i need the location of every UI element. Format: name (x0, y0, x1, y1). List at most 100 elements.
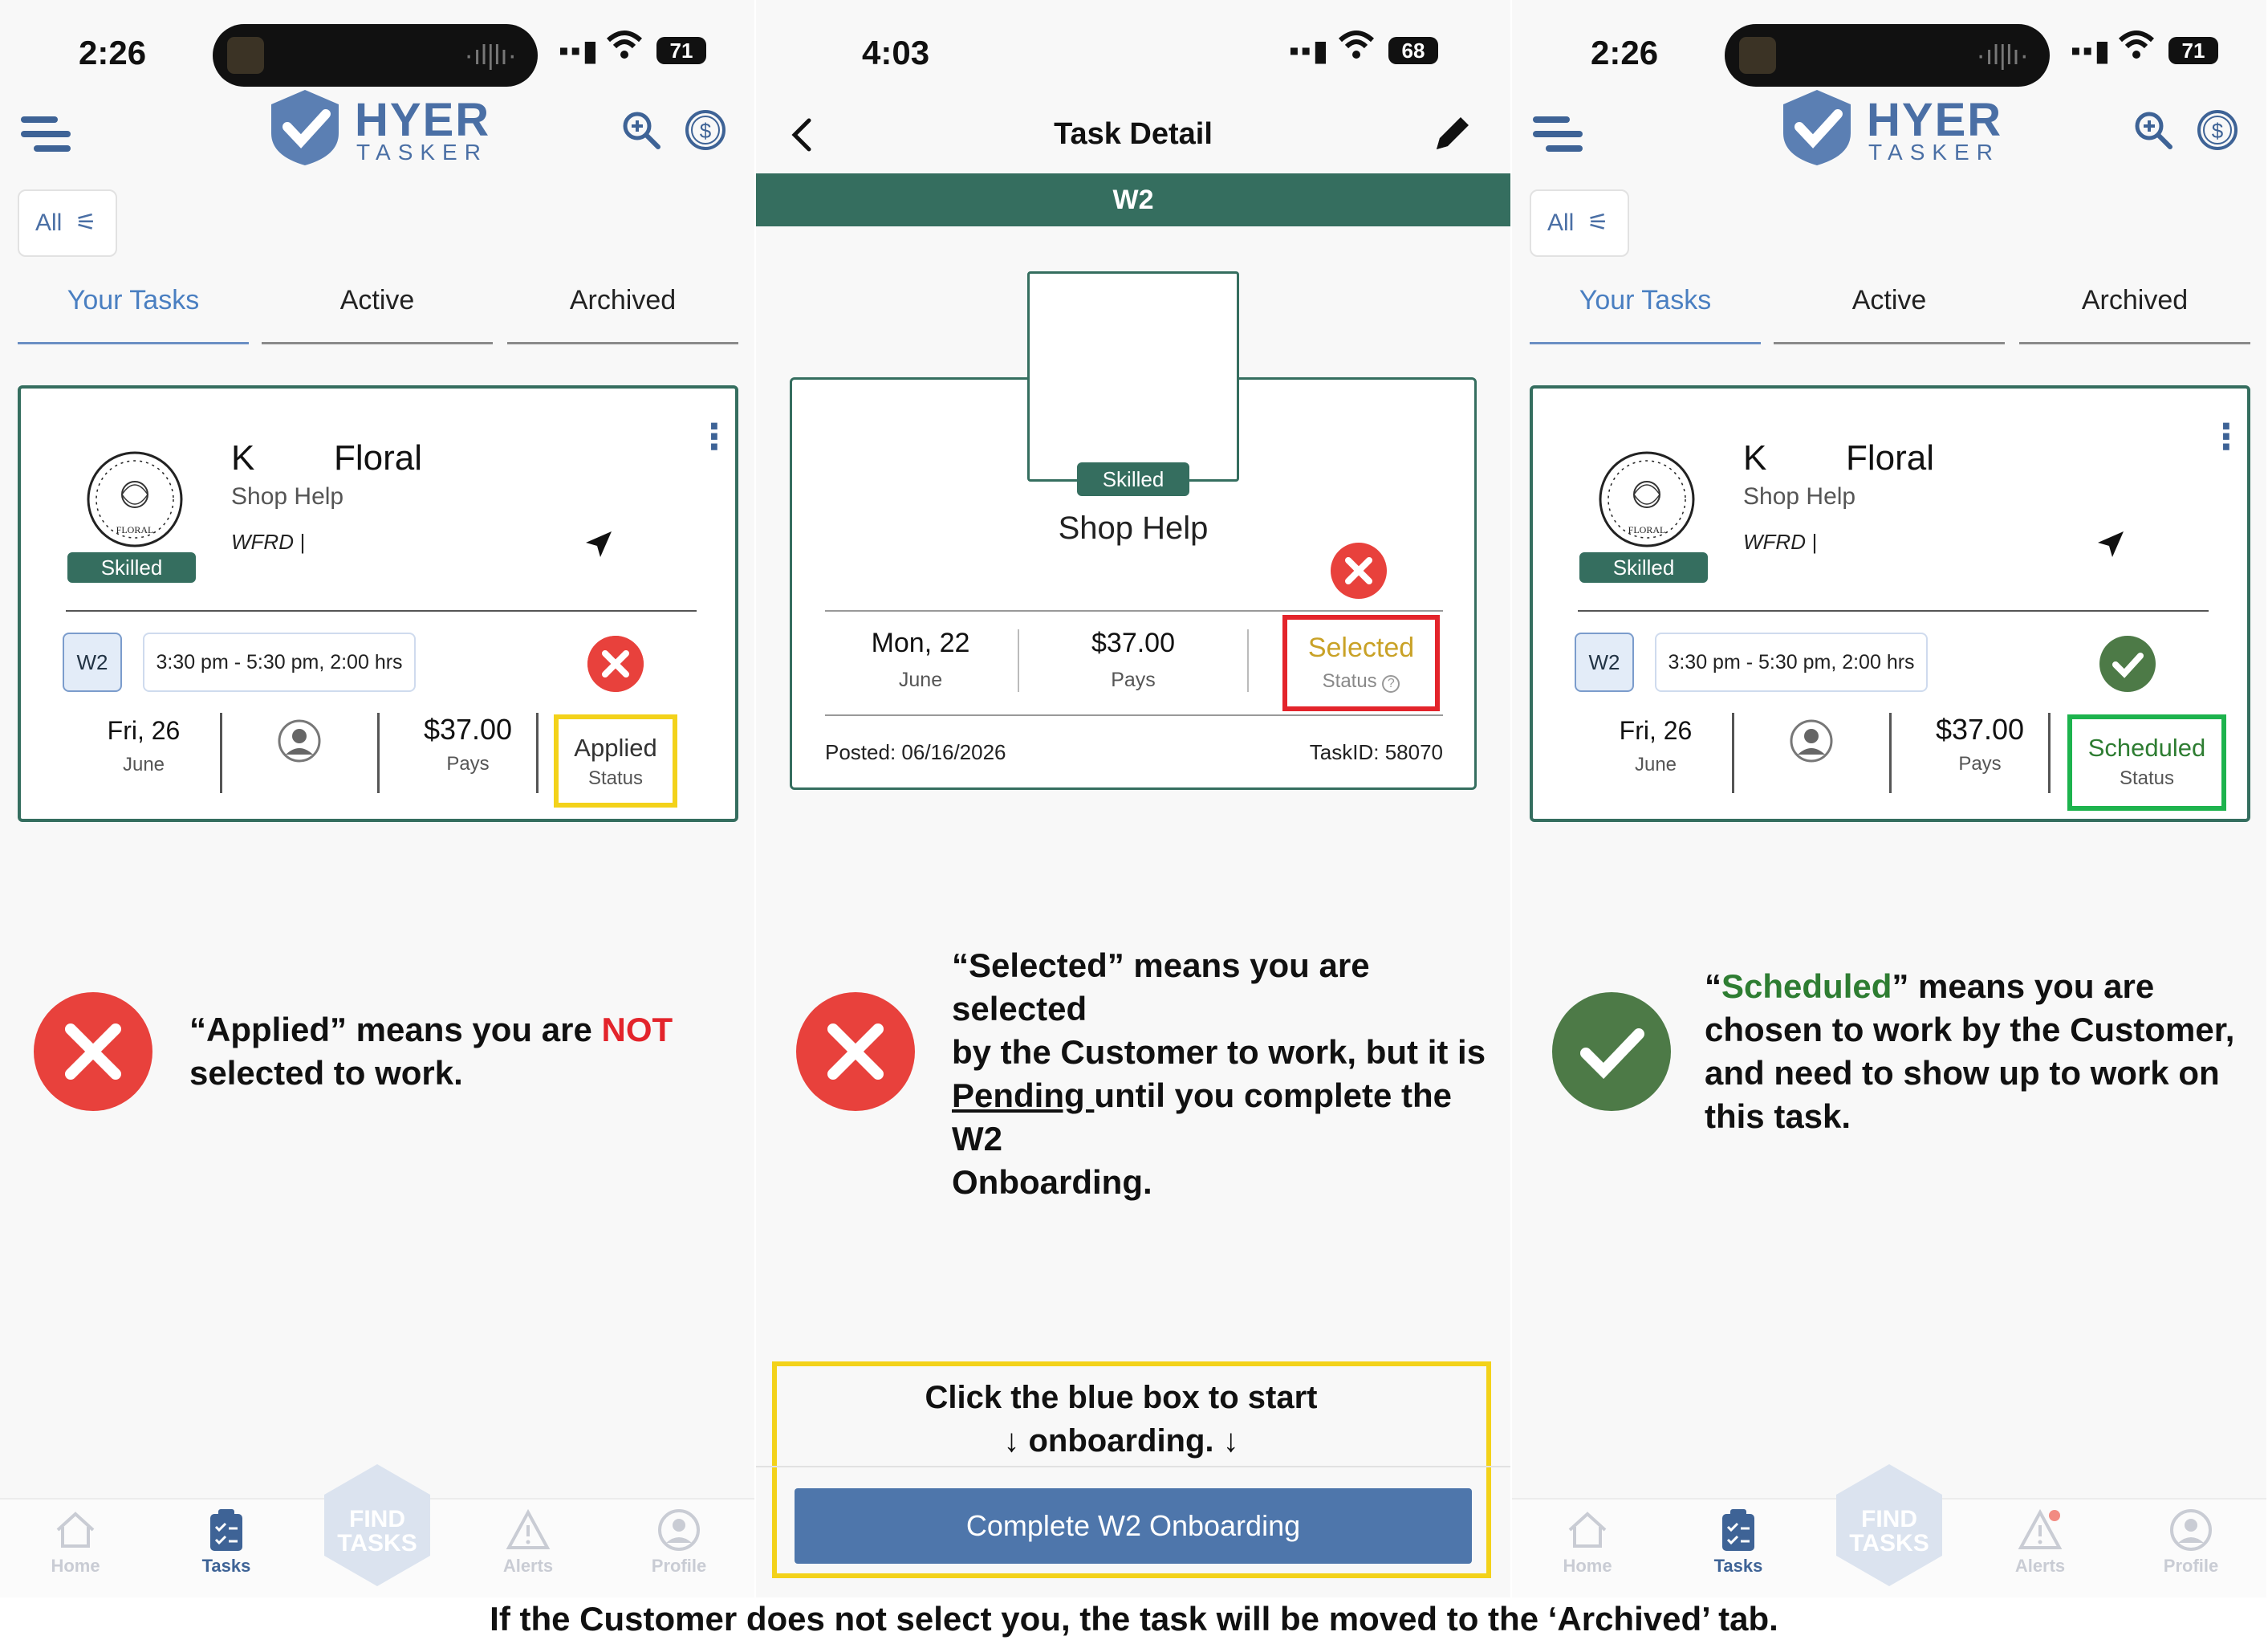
wifi-icon (1338, 31, 1375, 67)
nav-home-label: Home (51, 1556, 100, 1576)
cell-divider (1247, 629, 1249, 692)
applied-explanation: “Applied” means you are NOT selected to … (189, 1008, 751, 1095)
svg-text:$: $ (700, 119, 712, 143)
search-zoom-icon[interactable] (620, 108, 663, 152)
explain-line4: Onboarding. (952, 1163, 1152, 1201)
nav-profile-label: Profile (651, 1556, 707, 1576)
explain-line3: Pending until you complete the W2 (952, 1074, 1506, 1161)
explain-scheduled: Scheduled (1721, 967, 1892, 1005)
filter-button[interactable]: All ⚟ (1530, 189, 1629, 257)
status-sub: Status (2119, 767, 2175, 789)
explain-line2: chosen to work by the Customer, (1705, 1011, 2235, 1048)
time-range: 3:30 pm - 5:30 pm, 2:00 hrs (143, 633, 416, 692)
nav-alerts[interactable]: Alerts (1992, 1508, 2088, 1577)
menu-icon[interactable] (1533, 116, 1583, 153)
nav-alerts-label: Alerts (2014, 1556, 2066, 1576)
cancel-x-icon[interactable] (587, 636, 644, 692)
edit-pencil-icon[interactable] (1430, 112, 1473, 156)
task-card[interactable]: FLORAL Skilled K Floral Shop Help WFRD |… (1530, 385, 2250, 822)
home-icon (56, 1512, 95, 1548)
nav-tasks[interactable]: Tasks (178, 1508, 274, 1577)
status-sub-row: Status ? (1287, 670, 1435, 693)
explain-line1: “Scheduled” means you are (1705, 965, 2258, 1008)
explain-line3: and need to show up to work on (1705, 1054, 2220, 1092)
dollar-icon[interactable]: $ (684, 108, 727, 152)
battery-indicator: 71 (2168, 37, 2218, 64)
task-card[interactable]: FLORAL Skilled K Floral Shop Help WFRD |… (18, 385, 738, 822)
profile-icon (2170, 1509, 2212, 1551)
help-circle-icon[interactable]: ? (1382, 675, 1400, 693)
nav-alerts[interactable]: Alerts (480, 1508, 576, 1577)
cell-divider (1732, 713, 1734, 793)
nav-home[interactable]: Home (1539, 1508, 1636, 1577)
nav-tasks-label: Tasks (1713, 1556, 1763, 1576)
user-avatar-icon (278, 719, 321, 763)
user-avatar-icon (1790, 719, 1833, 763)
complete-onboarding-button[interactable]: Complete W2 Onboarding (795, 1488, 1472, 1564)
click-line2: ↓ onboarding. ↓ (1003, 1423, 1239, 1459)
signal-icon: ▪▪▮ (1289, 34, 1331, 67)
dollar-icon[interactable]: $ (2196, 108, 2239, 152)
shield-check-icon (1783, 90, 1851, 165)
cell-divider (2048, 713, 2051, 793)
explain-line4: this task. (1705, 1097, 1851, 1135)
status-time: 2:26 (79, 34, 147, 71)
filter-button[interactable]: All ⚟ (18, 189, 117, 257)
nav-home[interactable]: Home (27, 1508, 124, 1577)
skilled-tag: Skilled (1579, 552, 1708, 583)
nav-profile[interactable]: Profile (631, 1508, 727, 1577)
cell-divider (220, 713, 222, 793)
tab-your-tasks[interactable]: Your Tasks (1530, 285, 1761, 344)
date-sub: June (898, 669, 943, 691)
menu-icon[interactable] (21, 116, 71, 153)
cell-divider (1018, 629, 1019, 692)
find-label: FIND (1861, 1506, 1917, 1532)
tab-active[interactable]: Active (1774, 285, 2005, 344)
status-main: Selected (1307, 633, 1415, 663)
nav-alerts-label: Alerts (502, 1556, 554, 1576)
home-icon (1568, 1512, 1607, 1548)
click-line1: Click the blue box to start (925, 1380, 1318, 1415)
task-location: WFRD | (231, 530, 305, 554)
date-main: Fri, 26 (1619, 716, 1693, 745)
svg-text:FLORAL: FLORAL (116, 524, 154, 535)
company-name-first: K (1743, 438, 1767, 478)
tab-active[interactable]: Active (262, 285, 493, 344)
find-label: FIND (349, 1506, 405, 1532)
button-separator (756, 1466, 1510, 1467)
wifi-icon (606, 31, 643, 67)
nav-tasks[interactable]: Tasks (1690, 1508, 1786, 1577)
logo-tasker: TASKER (1868, 140, 2000, 165)
green-check-icon (2099, 636, 2156, 692)
alert-triangle-icon (2018, 1508, 2063, 1549)
filter-label: All (1547, 210, 1575, 236)
hyer-tasker-logo: HYER TASKER (1777, 87, 2001, 167)
nav-profile[interactable]: Profile (2143, 1508, 2239, 1577)
navigation-arrow-icon[interactable] (2095, 528, 2127, 560)
find-tasks-button[interactable]: FIND TASKS (313, 1461, 441, 1589)
waveform-icon: ·ıl|lı· (1976, 40, 2029, 71)
waveform-icon: ·ıl|lı· (464, 40, 517, 71)
more-options-icon[interactable]: ⋮ (2209, 420, 2244, 455)
explain-line1: “Selected” means you are selected (952, 946, 1370, 1028)
tab-your-tasks[interactable]: Your Tasks (18, 285, 249, 344)
logo-hyer: HYER (1867, 94, 2003, 146)
search-zoom-icon[interactable] (2132, 108, 2175, 152)
more-options-icon[interactable]: ⋮ (697, 420, 732, 455)
navigation-arrow-icon[interactable] (583, 528, 615, 560)
explain-open: “ (1705, 967, 1721, 1005)
logo-tasker: TASKER (356, 140, 488, 165)
phone-screen-selected: 4:03 ▪▪▮ 68 Task Detail W2 Skilled Shop … (756, 0, 1510, 1597)
status-cell: Applied Status (554, 714, 677, 808)
tab-archived[interactable]: Archived (2019, 285, 2250, 344)
tasks-label: TASKS (337, 1530, 417, 1557)
status-main: Applied (574, 734, 657, 762)
tab-archived[interactable]: Archived (507, 285, 738, 344)
w2-badge: W2 (63, 633, 122, 692)
footer-caption: If the Customer does not select you, the… (490, 1600, 1778, 1638)
dynamic-island: ·ıl|lı· (213, 24, 538, 87)
pay-main: $37.00 (1935, 713, 2025, 746)
find-tasks-button[interactable]: FIND TASKS (1825, 1461, 1953, 1589)
date-cell: Fri, 26 June (1565, 716, 1746, 776)
cancel-x-icon[interactable] (1331, 543, 1387, 599)
